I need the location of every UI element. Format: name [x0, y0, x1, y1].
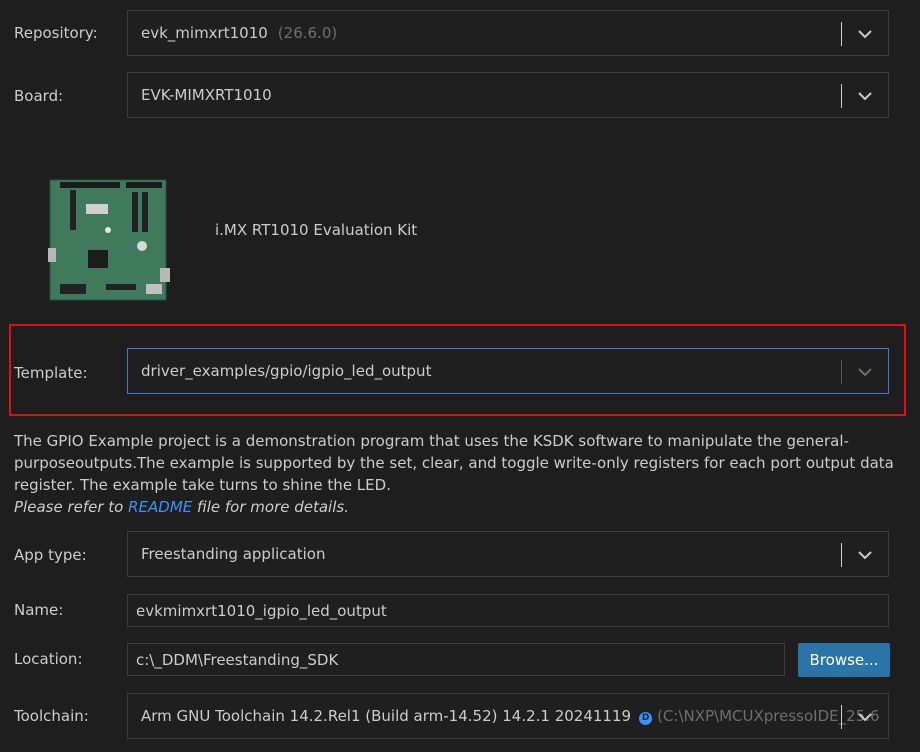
browse-button[interactable]: Browse... [798, 643, 890, 677]
new-project-form: Repository: evk_mimxrt1010 (26.6.0) Board… [0, 0, 920, 752]
toolchain-dropdown[interactable]: Arm GNU Toolchain 14.2.Rel1 (Build arm-1… [127, 693, 889, 739]
readme-note: Please refer to README file for more det… [14, 496, 894, 518]
description-line: The GPIO Example project is a demonstrat… [14, 432, 849, 450]
board-name: i.MX RT1010 Evaluation Kit [215, 221, 418, 239]
location-label: Location: [14, 650, 83, 668]
app-type-value: Freestanding application [141, 545, 326, 563]
location-input[interactable]: c:\_DDM\Freestanding_SDK [127, 643, 785, 676]
board-image [48, 179, 170, 301]
toolchain-value: Arm GNU Toolchain 14.2.Rel1 (Build arm-1… [141, 707, 632, 725]
dropdown-separator [841, 84, 842, 108]
app-type-label: App type: [14, 546, 87, 564]
description-line: register. The example take turns to shin… [14, 476, 391, 494]
app-type-dropdown[interactable]: Freestanding application [127, 531, 889, 577]
board-label: Board: [14, 87, 64, 105]
dropdown-separator [841, 360, 842, 384]
chevron-down-icon[interactable] [856, 708, 874, 726]
description-line: purposeoutputs.The example is supported … [14, 454, 894, 472]
toolchain-path: (C:\NXP\MCUXpressoIDE_25.6 [657, 707, 880, 725]
repository-value-wrap: evk_mimxrt1010 (26.6.0) [141, 24, 888, 42]
note-suffix: file for more details. [192, 498, 349, 516]
template-description: The GPIO Example project is a demonstrat… [14, 430, 894, 518]
toolchain-value-wrap: Arm GNU Toolchain 14.2.Rel1 (Build arm-1… [141, 707, 888, 725]
chevron-down-icon[interactable] [856, 25, 874, 43]
template-label: Template: [14, 364, 88, 382]
board-value: EVK-MIMXRT1010 [141, 86, 272, 104]
repository-label: Repository: [14, 24, 98, 42]
name-label: Name: [14, 601, 64, 619]
board-dropdown[interactable]: EVK-MIMXRT1010 [127, 72, 889, 118]
template-dropdown[interactable]: driver_examples/gpio/igpio_led_output [127, 348, 889, 394]
name-input[interactable]: evkmimxrt1010_igpio_led_output [127, 594, 889, 627]
template-value: driver_examples/gpio/igpio_led_output [141, 362, 432, 380]
default-badge-icon: D [639, 712, 653, 725]
chevron-down-icon[interactable] [856, 546, 874, 564]
repository-dropdown[interactable]: evk_mimxrt1010 (26.6.0) [127, 10, 889, 56]
chevron-down-icon[interactable] [856, 87, 874, 105]
readme-link[interactable]: README [128, 498, 192, 516]
dropdown-separator [841, 705, 842, 729]
note-prefix: Please refer to [14, 498, 129, 516]
repository-value: evk_mimxrt1010 [141, 24, 268, 42]
dropdown-separator [841, 543, 842, 567]
dropdown-separator [841, 22, 842, 46]
toolchain-label: Toolchain: [14, 707, 89, 725]
chevron-down-icon[interactable] [856, 363, 874, 381]
repository-version: (26.6.0) [277, 24, 338, 42]
